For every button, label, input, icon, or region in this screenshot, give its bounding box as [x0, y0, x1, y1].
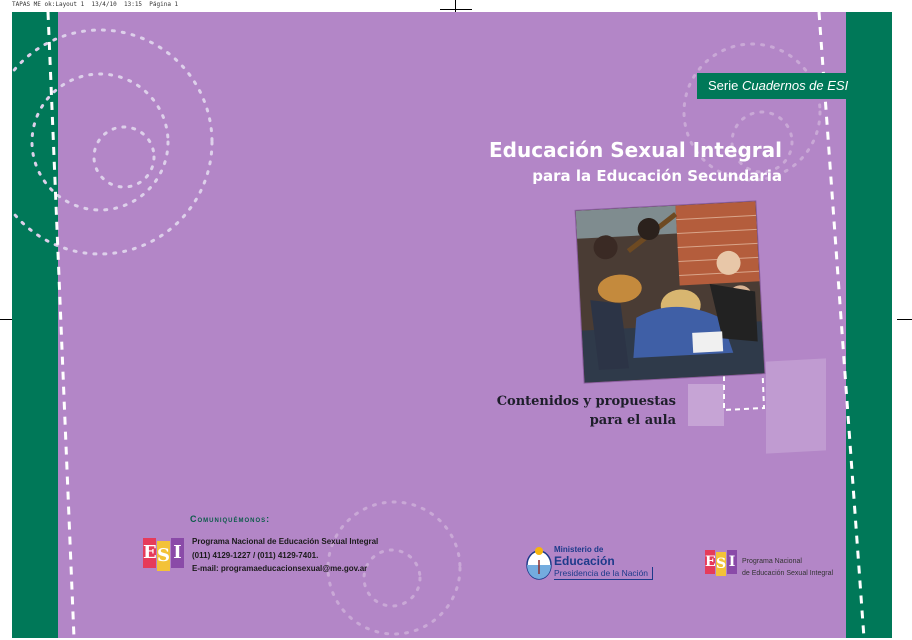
- crop-mark: [440, 9, 472, 10]
- ministry-text: Ministerio de Educación Presidencia de l…: [554, 545, 654, 580]
- ministry-logo: Ministerio de Educación Presidencia de l…: [526, 545, 654, 585]
- title-sub: para la Educación Secundaria: [532, 167, 782, 185]
- series-name: Cuadernos de ESI: [741, 78, 849, 93]
- contact-phones: (011) 4129-1227 / (011) 4129-7401.: [192, 550, 319, 560]
- ministry-line3: Presidencia de la Nación: [554, 567, 654, 580]
- students-playing-guitar-photo: [575, 201, 765, 383]
- esi-letter-i: I: [727, 550, 737, 574]
- subtitle: Contenidos y propuestas para el aula: [497, 392, 676, 430]
- students-photo: [575, 201, 765, 383]
- cover: Serie Cuadernos de ESI Educación Sexual …: [12, 12, 892, 638]
- esi-letter-e: E: [143, 538, 157, 568]
- decorative-square: [766, 358, 826, 454]
- contact-heading: Comuniquémonos:: [190, 514, 271, 524]
- esi-letter-s: S: [716, 552, 726, 576]
- cover-title: Educación Sexual Integral para la Educac…: [489, 137, 782, 187]
- program-line1: Programa Nacional: [742, 558, 802, 565]
- print-slug: TAPAS ME ok:Layout 1 13/4/10 13:15 Págin…: [12, 1, 179, 8]
- series-badge: Serie Cuadernos de ESI: [697, 73, 849, 99]
- subtitle-line2: para el aula: [589, 413, 676, 428]
- program-line2: de Educación Sexual Integral: [742, 570, 834, 577]
- program-logo-text: Programa Nacional de Educación Sexual In…: [742, 556, 833, 580]
- title-main: Educación Sexual Integral: [489, 138, 782, 162]
- contact-email[interactable]: E-mail: programaeducacionsexual@me.gov.a…: [192, 562, 378, 576]
- esi-letter-e: E: [705, 550, 716, 574]
- contact-block: Programa Nacional de Educación Sexual In…: [192, 535, 378, 576]
- subtitle-line1: Contenidos y propuestas: [496, 394, 676, 409]
- esi-letter-s: S: [157, 541, 170, 571]
- contact-program: Programa Nacional de Educación Sexual In…: [192, 537, 379, 546]
- esi-letter-i: I: [171, 538, 184, 568]
- argentina-shield-icon: [526, 547, 552, 580]
- esi-logo: E S I: [143, 538, 185, 572]
- program-esi-logo: E S I: [705, 550, 737, 578]
- ministry-line2: Educación: [554, 554, 615, 568]
- crop-mark: [897, 319, 912, 320]
- decorative-square: [688, 384, 724, 426]
